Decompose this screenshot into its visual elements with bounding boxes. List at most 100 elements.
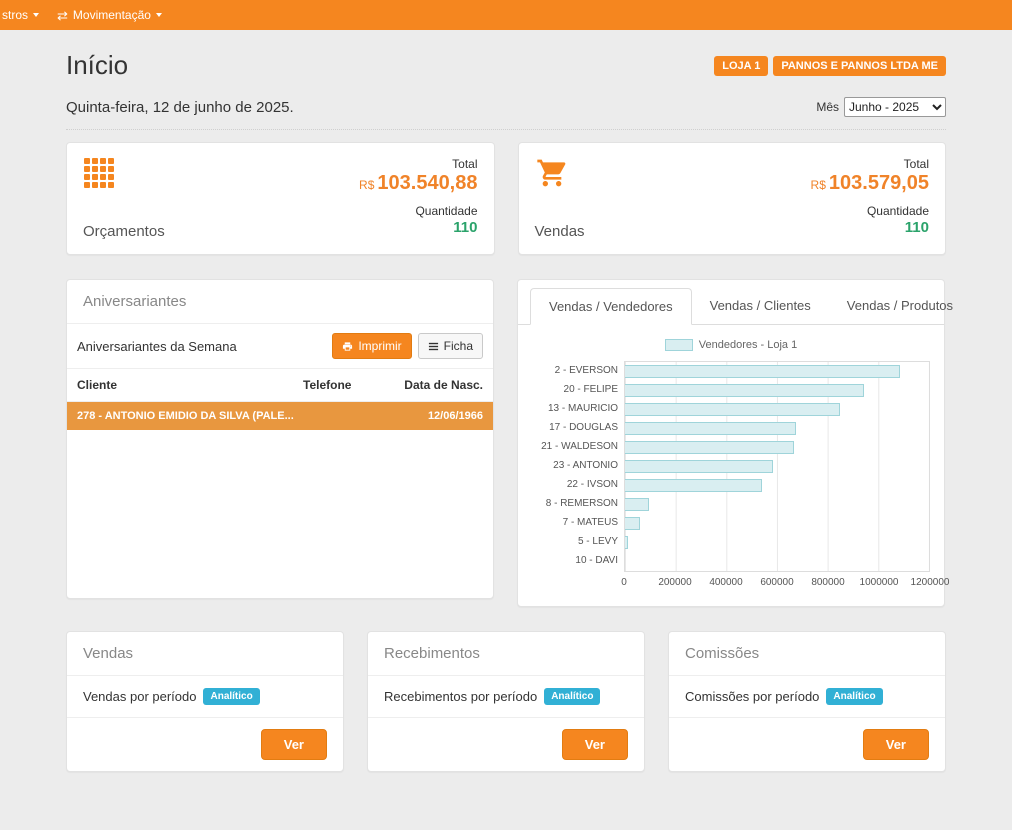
column-header-telefone: Telefone — [303, 378, 391, 392]
comissoes-panel-text: Comissões por período — [685, 689, 819, 704]
chart-bar-row — [625, 495, 929, 514]
chart-category-label: 7 - MATEUS — [532, 513, 624, 532]
company-badge[interactable]: PANNOS E PANNOS LTDA ME — [773, 56, 946, 76]
axis-tick-label: 800000 — [811, 577, 844, 588]
chart-bar — [625, 422, 796, 435]
chart-bar-row — [625, 457, 929, 476]
tab-vendas-vendedores[interactable]: Vendas / Vendedores — [530, 288, 692, 325]
comissoes-panel: Comissões Comissões por período Analític… — [668, 631, 946, 772]
chart-bar — [625, 441, 794, 454]
chart-bar-row — [625, 514, 929, 533]
axis-tick-label: 1200000 — [911, 577, 950, 588]
vendas-quantity-value: 110 — [905, 219, 929, 236]
ficha-button[interactable]: Ficha — [418, 333, 483, 359]
chart-bar-row — [625, 419, 929, 438]
birthdays-table-header: Cliente Telefone Data de Nasc. — [67, 369, 493, 402]
column-header-cliente: Cliente — [77, 378, 303, 392]
orcamentos-quantity-value: 110 — [453, 219, 477, 236]
ver-recebimentos-button[interactable]: Ver — [562, 729, 628, 760]
exchange-icon: ⇄ — [57, 9, 68, 22]
chart-bar-row — [625, 552, 929, 571]
chart-category-label: 23 - ANTONIO — [532, 456, 624, 475]
chevron-down-icon — [156, 13, 162, 17]
analitico-badge: Analítico — [826, 688, 882, 705]
chart-x-axis: 020000040000060000080000010000001200000 — [532, 577, 930, 590]
header-badges: LOJA 1 PANNOS E PANNOS LTDA ME — [714, 56, 946, 76]
chart-bar — [625, 498, 649, 511]
nav-item-movimentacao[interactable]: ⇄ Movimentação — [57, 8, 162, 22]
quantity-label: Quantidade — [415, 204, 477, 218]
row-nascimento: 12/06/1966 — [391, 410, 483, 422]
orcamentos-summary-card: Orçamentos Total R$103.540,88 Quantidade… — [66, 142, 495, 255]
shopping-cart-icon — [535, 157, 585, 189]
total-label: Total — [452, 157, 477, 171]
chart-bar-row — [625, 533, 929, 552]
recebimentos-panel-text: Recebimentos por período — [384, 689, 537, 704]
store-badge[interactable]: LOJA 1 — [714, 56, 768, 76]
orcamentos-label: Orçamentos — [83, 223, 165, 240]
chart-body: Vendedores - Loja 1 2 - EVERSON20 - FELI… — [518, 325, 944, 606]
chart-bar — [625, 479, 762, 492]
chart-category-label: 22 - IVSON — [532, 475, 624, 494]
chart-plot — [624, 361, 930, 572]
chart-bar — [625, 365, 900, 378]
chart-bar — [625, 403, 840, 416]
list-icon — [428, 341, 439, 352]
nav-item-cadastros[interactable]: stros — [2, 8, 39, 22]
chevron-down-icon — [33, 13, 39, 17]
nav-item-movimentacao-label: Movimentação — [73, 8, 151, 22]
axis-tick-label: 600000 — [760, 577, 793, 588]
ver-comissoes-button[interactable]: Ver — [863, 729, 929, 760]
month-select[interactable]: Junho - 2025 — [844, 97, 946, 117]
vendas-panel-text: Vendas por período — [83, 689, 196, 704]
vendas-summary-card: Vendas Total R$103.579,05 Quantidade 110 — [518, 142, 947, 255]
vendas-panel-title: Vendas — [67, 632, 343, 676]
chart-legend: Vendedores - Loja 1 — [532, 339, 930, 351]
comissoes-panel-title: Comissões — [669, 632, 945, 676]
legend-swatch — [665, 339, 693, 351]
chart-category-labels: 2 - EVERSON20 - FELIPE13 - MAURICIO17 - … — [532, 361, 624, 572]
bar-chart: 2 - EVERSON20 - FELIPE13 - MAURICIO17 - … — [532, 361, 930, 572]
ver-vendas-button[interactable]: Ver — [261, 729, 327, 760]
axis-tick-label: 0 — [621, 577, 627, 588]
chart-axis-ticks: 020000040000060000080000010000001200000 — [624, 577, 930, 590]
chart-category-label: 20 - FELIPE — [532, 380, 624, 399]
page-title: Início — [66, 50, 128, 81]
total-label: Total — [904, 157, 929, 171]
chart-category-label: 17 - DOUGLAS — [532, 418, 624, 437]
vendas-label: Vendas — [535, 223, 585, 240]
chart-category-label: 13 - MAURICIO — [532, 399, 624, 418]
chart-bar — [625, 384, 864, 397]
chart-bar-row — [625, 381, 929, 400]
quantity-label: Quantidade — [867, 204, 929, 218]
date-row: Quinta-feira, 12 de junho de 2025. Mês J… — [66, 97, 946, 130]
printer-icon — [342, 341, 353, 352]
chart-category-label: 10 - DAVI — [532, 551, 624, 570]
nav-item-cadastros-label: stros — [2, 8, 28, 22]
chart-category-label: 5 - LEVY — [532, 532, 624, 551]
chart-bar-row — [625, 438, 929, 457]
birthdays-subtitle: Aniversariantes da Semana — [77, 339, 237, 354]
sales-chart-card: Vendas / Vendedores Vendas / Clientes Ve… — [517, 279, 945, 607]
analitico-badge: Analítico — [203, 688, 259, 705]
table-row[interactable]: 278 - ANTONIO EMIDIO DA SILVA (PALE... 1… — [67, 402, 493, 430]
column-header-nascimento: Data de Nasc. — [391, 378, 483, 392]
chart-category-label: 2 - EVERSON — [532, 361, 624, 380]
axis-tick-label: 200000 — [658, 577, 691, 588]
chart-tabs: Vendas / Vendedores Vendas / Clientes Ve… — [518, 280, 944, 325]
current-date-text: Quinta-feira, 12 de junho de 2025. — [66, 99, 294, 116]
chart-bar-row — [625, 362, 929, 381]
chart-bar-row — [625, 400, 929, 419]
tab-vendas-produtos[interactable]: Vendas / Produtos — [829, 288, 971, 325]
birthdays-card: Aniversariantes Aniversariantes da Seman… — [66, 279, 494, 599]
tab-vendas-clientes[interactable]: Vendas / Clientes — [692, 288, 829, 325]
recebimentos-panel: Recebimentos Recebimentos por período An… — [367, 631, 645, 772]
print-button[interactable]: Imprimir — [332, 333, 411, 359]
chart-bar — [625, 517, 640, 530]
recebimentos-panel-title: Recebimentos — [368, 632, 644, 676]
row-cliente: 278 - ANTONIO EMIDIO DA SILVA (PALE... — [77, 410, 303, 422]
top-navbar: stros ⇄ Movimentação — [0, 0, 1012, 30]
vendas-panel: Vendas Vendas por período Analítico Ver — [66, 631, 344, 772]
vendas-total-value: R$103.579,05 — [811, 171, 929, 195]
orcamentos-total-value: R$103.540,88 — [359, 171, 477, 195]
